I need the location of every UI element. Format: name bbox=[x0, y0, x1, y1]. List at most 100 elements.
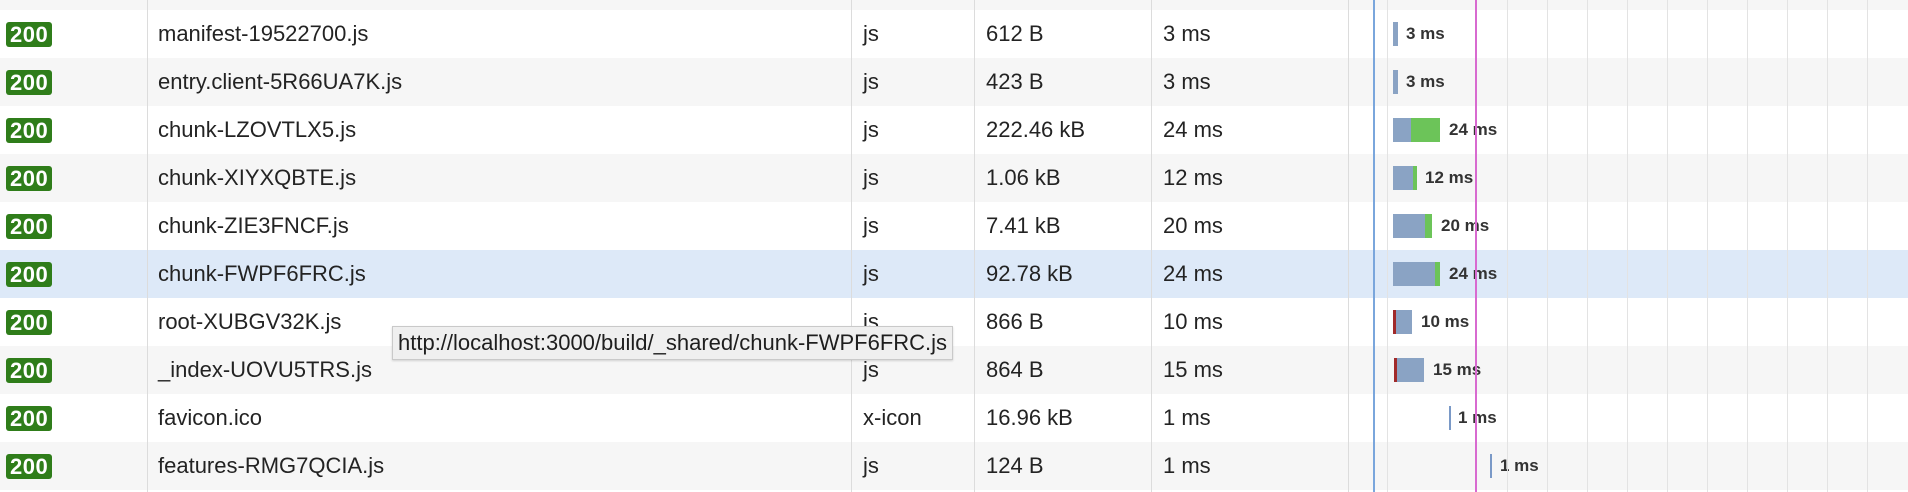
waterfall-gridline bbox=[1867, 0, 1868, 492]
table-row[interactable]: 200 _index-UOVU5TRS.js js 864 B 15 ms 15… bbox=[0, 346, 1908, 394]
status-badge: 200 bbox=[6, 406, 53, 431]
request-size: 92.78 kB bbox=[986, 261, 1073, 286]
dom-content-loaded-marker bbox=[1373, 0, 1375, 492]
waterfall-gridline bbox=[1627, 0, 1628, 492]
request-time: 15 ms bbox=[1163, 357, 1223, 382]
timeline-bar bbox=[1393, 214, 1432, 238]
receiving-segment bbox=[1425, 214, 1432, 238]
timeline-label: 20 ms bbox=[1441, 216, 1490, 235]
timeline-bar bbox=[1490, 454, 1492, 478]
column-divider[interactable] bbox=[1151, 0, 1152, 492]
waterfall-gridline bbox=[1547, 0, 1548, 492]
waterfall-gridline bbox=[1787, 0, 1788, 492]
timeline-bar bbox=[1394, 358, 1424, 382]
waterfall-gridline bbox=[1747, 0, 1748, 492]
table-row[interactable] bbox=[0, 0, 1908, 10]
waterfall-gridline bbox=[1827, 0, 1828, 492]
status-badge: 200 bbox=[6, 118, 53, 143]
waiting-segment bbox=[1396, 310, 1412, 334]
status-badge: 200 bbox=[6, 214, 53, 239]
request-type: x-icon bbox=[863, 405, 922, 430]
status-badge: 200 bbox=[6, 22, 53, 47]
request-type: js bbox=[863, 213, 879, 238]
column-divider[interactable] bbox=[851, 0, 852, 492]
request-size: 222.46 kB bbox=[986, 117, 1086, 142]
request-size: 16.96 kB bbox=[986, 405, 1073, 430]
waiting-segment bbox=[1393, 166, 1413, 190]
timeline-label: 1 ms bbox=[1458, 408, 1497, 427]
request-name[interactable]: chunk-ZIE3FNCF.js bbox=[158, 202, 349, 250]
request-name[interactable]: features-RMG7QCIA.js bbox=[158, 442, 384, 490]
waterfall-gridline bbox=[1587, 0, 1588, 492]
timeline-label: 24 ms bbox=[1449, 120, 1498, 139]
waterfall-gridline bbox=[1707, 0, 1708, 492]
request-type: js bbox=[863, 261, 879, 286]
timeline-label: 3 ms bbox=[1406, 72, 1445, 91]
request-name[interactable]: manifest-19522700.js bbox=[158, 10, 368, 58]
column-divider[interactable] bbox=[974, 0, 975, 492]
network-request-table: 200 manifest-19522700.js js 612 B 3 ms 3… bbox=[0, 0, 1908, 492]
status-badge: 200 bbox=[6, 454, 53, 479]
request-name[interactable]: _index-UOVU5TRS.js bbox=[158, 346, 372, 394]
waterfall-gridline bbox=[1387, 0, 1388, 492]
table-row[interactable]: 200 entry.client-5R66UA7K.js js 423 B 3 … bbox=[0, 58, 1908, 106]
request-time: 1 ms bbox=[1163, 405, 1211, 430]
timeline-bar bbox=[1393, 310, 1412, 334]
request-time: 24 ms bbox=[1163, 261, 1223, 286]
timeline-label: 3 ms bbox=[1406, 24, 1445, 43]
waiting-segment bbox=[1393, 70, 1398, 94]
table-row[interactable]: 200 features-RMG7QCIA.js js 124 B 1 ms 1… bbox=[0, 442, 1908, 490]
request-name[interactable]: chunk-XIYXQBTE.js bbox=[158, 154, 356, 202]
table-row-selected[interactable]: 200 chunk-FWPF6FRC.js js 92.78 kB 24 ms … bbox=[0, 250, 1908, 298]
request-name[interactable]: favicon.ico bbox=[158, 394, 262, 442]
request-name[interactable]: chunk-FWPF6FRC.js bbox=[158, 250, 366, 298]
request-size: 866 B bbox=[986, 309, 1044, 334]
request-type: js bbox=[863, 453, 879, 478]
table-row[interactable]: 200 chunk-LZOVTLX5.js js 222.46 kB 24 ms… bbox=[0, 106, 1908, 154]
table-row[interactable]: 200 chunk-ZIE3FNCF.js js 7.41 kB 20 ms 2… bbox=[0, 202, 1908, 250]
timeline-label: 24 ms bbox=[1449, 264, 1498, 283]
request-time: 10 ms bbox=[1163, 309, 1223, 334]
request-time: 20 ms bbox=[1163, 213, 1223, 238]
waterfall-gridline bbox=[1667, 0, 1668, 492]
status-badge: 200 bbox=[6, 70, 53, 95]
timeline-bar bbox=[1393, 70, 1398, 94]
request-size: 124 B bbox=[986, 453, 1044, 478]
request-time: 24 ms bbox=[1163, 117, 1223, 142]
status-badge: 200 bbox=[6, 358, 53, 383]
table-row[interactable]: 200 root-XUBGV32K.js js 866 B 10 ms 10 m… bbox=[0, 298, 1908, 346]
request-size: 1.06 kB bbox=[986, 165, 1061, 190]
request-type: js bbox=[863, 165, 879, 190]
table-row[interactable]: 200 chunk-XIYXQBTE.js js 1.06 kB 12 ms 1… bbox=[0, 154, 1908, 202]
column-divider[interactable] bbox=[1348, 0, 1349, 492]
timeline-label: 15 ms bbox=[1433, 360, 1482, 379]
waterfall-gridline bbox=[1507, 0, 1508, 492]
load-event-marker bbox=[1475, 0, 1477, 492]
status-badge: 200 bbox=[6, 166, 53, 191]
request-time: 3 ms bbox=[1163, 69, 1211, 94]
waiting-segment bbox=[1393, 214, 1425, 238]
request-size: 423 B bbox=[986, 69, 1044, 94]
column-divider[interactable] bbox=[147, 0, 148, 492]
request-name[interactable]: root-XUBGV32K.js bbox=[158, 298, 341, 346]
request-type: js bbox=[863, 117, 879, 142]
receiving-segment bbox=[1435, 262, 1440, 286]
url-tooltip: http://localhost:3000/build/_shared/chun… bbox=[392, 326, 954, 360]
timeline-bar bbox=[1393, 22, 1398, 46]
receiving-segment bbox=[1413, 166, 1417, 190]
timeline-bar bbox=[1393, 118, 1440, 142]
timeline-bar bbox=[1393, 166, 1417, 190]
request-time: 1 ms bbox=[1163, 453, 1211, 478]
request-name[interactable]: entry.client-5R66UA7K.js bbox=[158, 58, 402, 106]
timeline-label: 12 ms bbox=[1425, 168, 1474, 187]
table-row[interactable]: 200 favicon.ico x-icon 16.96 kB 1 ms 1 m… bbox=[0, 394, 1908, 442]
timeline-bar bbox=[1449, 406, 1451, 430]
request-size: 7.41 kB bbox=[986, 213, 1061, 238]
request-size: 612 B bbox=[986, 21, 1044, 46]
timeline-bar bbox=[1393, 262, 1440, 286]
request-time: 3 ms bbox=[1163, 21, 1211, 46]
request-name[interactable]: chunk-LZOVTLX5.js bbox=[158, 106, 356, 154]
table-row[interactable]: 200 manifest-19522700.js js 612 B 3 ms 3… bbox=[0, 10, 1908, 58]
timeline-label: 1 ms bbox=[1500, 456, 1539, 475]
status-badge: 200 bbox=[6, 310, 53, 335]
